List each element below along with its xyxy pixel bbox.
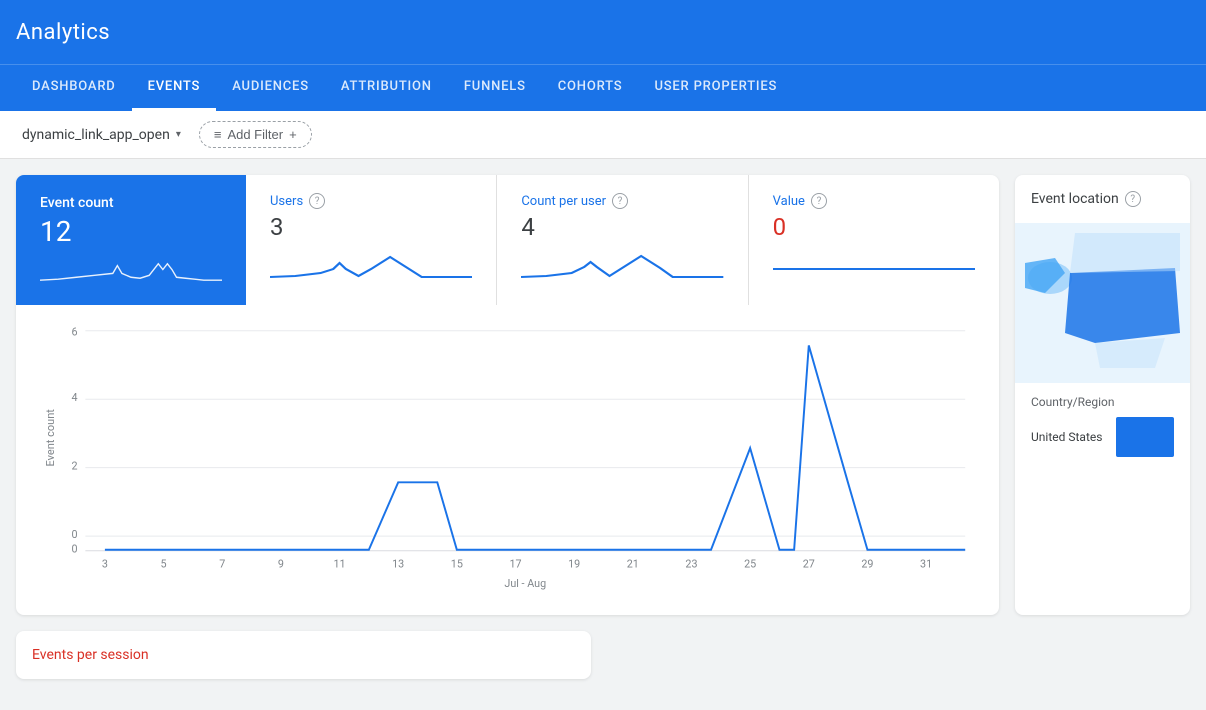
stats-row: Event count 12 Users ? 3: [16, 175, 999, 305]
nav-bar: DASHBOARD EVENTS AUDIENCES ATTRIBUTION F…: [0, 64, 1206, 111]
value-label: Value: [773, 194, 805, 209]
event-location-map: [1015, 223, 1190, 383]
count-per-user-label: Count per user: [521, 194, 606, 209]
main-content: Event count 12 Users ? 3: [0, 159, 1206, 631]
users-info-icon[interactable]: ?: [309, 193, 325, 209]
country-region-label: Country/Region: [1031, 395, 1174, 409]
value-sparkline: [773, 249, 975, 279]
users-value: 3: [270, 213, 472, 241]
stat-count-per-user: Count per user ? 4: [497, 175, 748, 305]
nav-cohorts[interactable]: COHORTS: [542, 65, 639, 111]
svg-text:9: 9: [278, 557, 284, 570]
y-axis-label: Event count: [44, 409, 57, 466]
count-per-user-label-row: Count per user ?: [521, 193, 723, 209]
count-per-user-info-icon[interactable]: ?: [612, 193, 628, 209]
svg-text:2: 2: [71, 460, 77, 473]
add-filter-label: Add Filter: [227, 127, 283, 142]
value-number: 0: [773, 213, 975, 241]
map-svg: [1015, 223, 1190, 383]
stat-users: Users ? 3: [246, 175, 497, 305]
event-count-value: 12: [40, 215, 222, 248]
svg-text:17: 17: [509, 557, 521, 570]
nav-user-properties[interactable]: USER PROPERTIES: [638, 65, 793, 111]
app-title: Analytics: [16, 20, 110, 45]
stat-value: Value ? 0: [749, 175, 999, 305]
top-bar: Analytics: [0, 0, 1206, 64]
value-info-icon[interactable]: ?: [811, 193, 827, 209]
event-count-sparkline: [40, 256, 222, 285]
right-panel: Event location ? Country/Region: [1015, 175, 1190, 615]
right-panel-header: Event location ?: [1015, 175, 1190, 223]
svg-text:0: 0: [71, 528, 77, 541]
svg-text:29: 29: [861, 557, 873, 570]
svg-text:6: 6: [71, 326, 77, 339]
count-per-user-value: 4: [521, 213, 723, 241]
nav-events[interactable]: EVENTS: [132, 65, 217, 111]
svg-text:0: 0: [71, 543, 77, 556]
svg-text:21: 21: [627, 557, 639, 570]
users-label: Users: [270, 194, 303, 209]
event-count-label: Event count: [40, 195, 222, 211]
svg-text:11: 11: [333, 557, 345, 570]
count-per-user-sparkline: [521, 249, 723, 279]
country-section: Country/Region United States: [1015, 383, 1190, 469]
nav-audiences[interactable]: AUDIENCES: [216, 65, 325, 111]
chevron-down-icon: ▾: [176, 129, 181, 140]
nav-funnels[interactable]: FUNNELS: [448, 65, 542, 111]
main-chart-container: Event count 0 0 2 4 6 3: [16, 305, 999, 615]
bottom-section: Events per session: [0, 631, 1206, 695]
svg-text:23: 23: [685, 557, 697, 570]
stat-event-count: Event count 12: [16, 175, 246, 305]
svg-text:4: 4: [71, 391, 77, 404]
svg-text:19: 19: [568, 557, 580, 570]
svg-text:13: 13: [392, 557, 404, 570]
chart-area: Event count 12 Users ? 3: [16, 175, 999, 615]
value-label-row: Value ?: [773, 193, 975, 209]
country-name: United States: [1031, 430, 1108, 444]
nav-dashboard[interactable]: DASHBOARD: [16, 65, 132, 111]
country-bar: [1116, 417, 1174, 457]
events-per-session-title: Events per session: [32, 647, 575, 663]
event-location-label: Event location: [1031, 191, 1119, 207]
users-sparkline: [270, 249, 472, 279]
plus-icon: +: [289, 127, 297, 142]
svg-text:Jul - Aug: Jul - Aug: [504, 577, 546, 590]
country-bar-row: United States: [1031, 417, 1174, 457]
main-chart-svg: 0 0 2 4 6 3 5 7 9 11 13 15 17 19 21: [56, 321, 975, 595]
event-location-info-icon[interactable]: ?: [1125, 191, 1141, 207]
selected-event-label: dynamic_link_app_open: [22, 127, 170, 143]
event-selector[interactable]: dynamic_link_app_open ▾: [16, 123, 187, 147]
svg-text:7: 7: [219, 557, 225, 570]
svg-text:25: 25: [744, 557, 756, 570]
svg-text:3: 3: [102, 557, 108, 570]
svg-text:27: 27: [803, 557, 815, 570]
svg-text:31: 31: [920, 557, 932, 570]
filter-bar: dynamic_link_app_open ▾ ≡ Add Filter +: [0, 111, 1206, 159]
svg-text:15: 15: [451, 557, 463, 570]
svg-text:5: 5: [161, 557, 167, 570]
users-label-row: Users ?: [270, 193, 472, 209]
events-per-session-card: Events per session: [16, 631, 591, 679]
nav-attribution[interactable]: ATTRIBUTION: [325, 65, 448, 111]
add-filter-button[interactable]: ≡ Add Filter +: [199, 121, 312, 148]
filter-icon: ≡: [214, 127, 222, 142]
